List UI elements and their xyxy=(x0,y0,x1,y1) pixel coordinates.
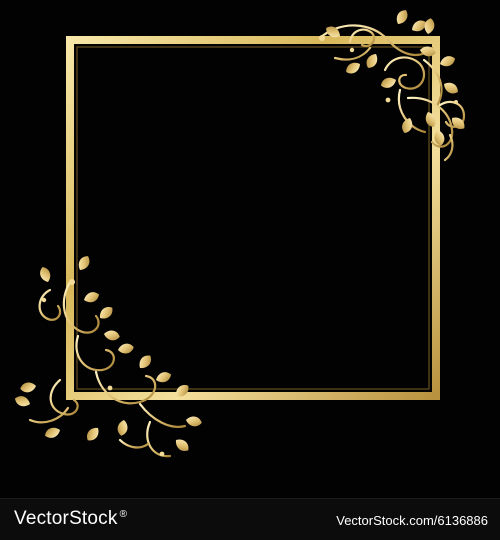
vectorstock-logo: VectorStock ® xyxy=(14,508,127,530)
watermark-footer: VectorStock ® VectorStock.com/6136886 xyxy=(0,498,500,540)
floral-swirl-corner-bottom-left-icon xyxy=(13,253,203,458)
artwork-svg xyxy=(13,7,468,458)
brand-name: VectorStock xyxy=(14,508,118,529)
trademark-symbol: ® xyxy=(119,508,128,520)
image-credit: VectorStock.com/6136886 xyxy=(336,513,488,528)
decorative-square-frame-icon xyxy=(66,36,440,400)
artwork-canvas xyxy=(0,0,500,498)
floral-swirl-corner-top-right-icon xyxy=(318,7,468,162)
